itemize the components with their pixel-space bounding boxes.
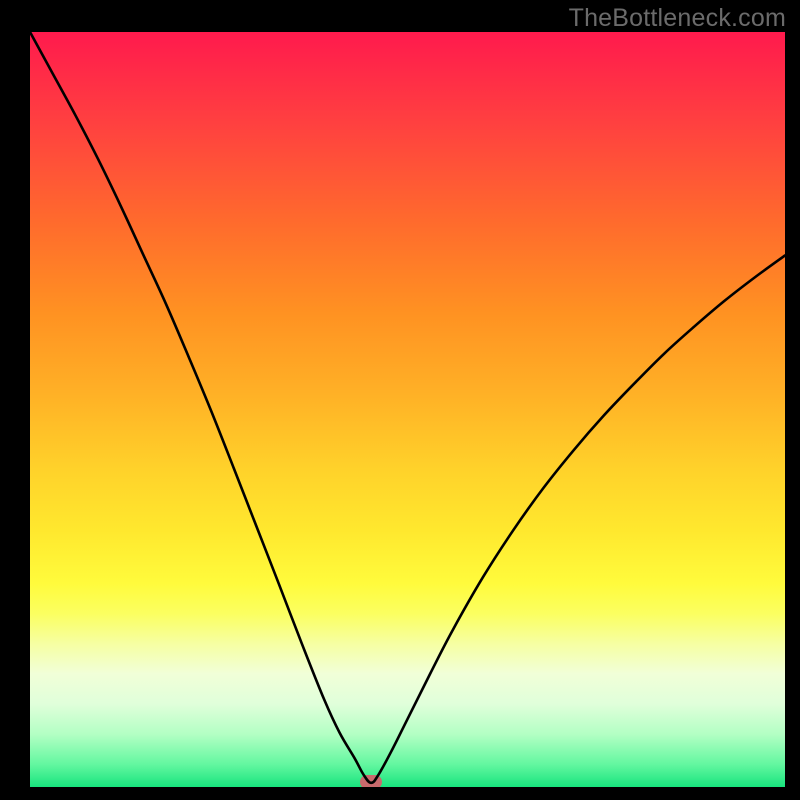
watermark: TheBottleneck.com (569, 4, 786, 33)
chart-frame: TheBottleneck.com (0, 0, 800, 800)
bottleneck-plot (30, 32, 785, 787)
bottleneck-curve (30, 32, 785, 787)
